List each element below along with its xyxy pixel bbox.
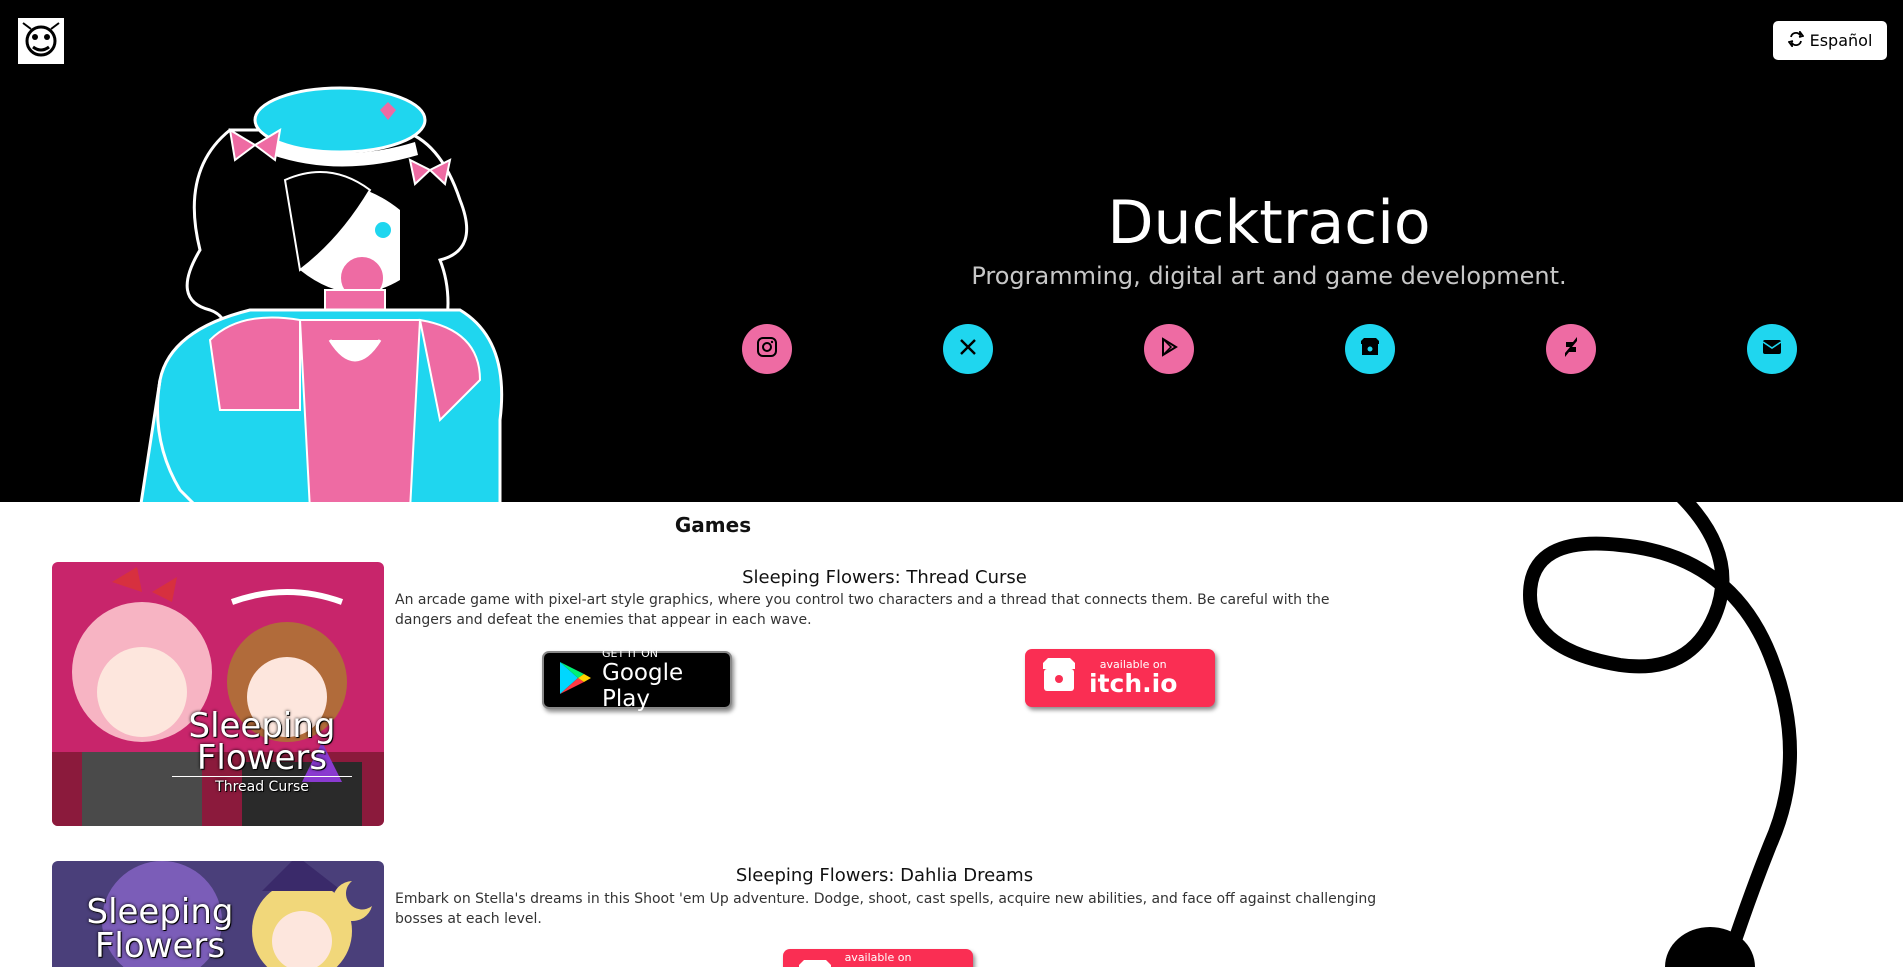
google-play-logo-icon [558,660,592,700]
instagram-link[interactable] [742,324,792,374]
site-logo[interactable] [16,16,66,66]
site-subtitle: Programming, digital art and game develo… [971,262,1567,290]
envelope-icon [1762,339,1782,359]
social-links [742,324,1797,374]
games-heading: Games [674,513,752,537]
email-link[interactable] [1747,324,1797,374]
itch-badge[interactable]: available on itch.io [1025,649,1215,707]
x-icon [958,337,978,361]
cover-title: Sleeping Flowers [86,892,234,966]
google-play-badge[interactable]: GET IT ON Google Play [542,648,732,712]
itch-badge[interactable]: available on [783,949,973,967]
deviantart-icon [1562,336,1580,362]
game-card: Sleeping Flowers Sleeping Flowers: Dahli… [52,861,1376,967]
game-description: An arcade game with pixel-art style grap… [395,592,1330,628]
hero-banner: Español Ducktracio Programming, digital … [0,0,1903,502]
swap-arrows-icon [1787,28,1805,51]
instagram-icon [756,336,778,362]
site-title: Ducktracio [1107,188,1431,258]
game-cover-image[interactable]: Sleeping Flowers Thread Curse [52,562,384,826]
game-title: Sleeping Flowers: Thread Curse [742,567,1027,588]
game-cover-image[interactable]: Sleeping Flowers [52,861,384,967]
cover-title: Sleeping Flowers Thread Curse [152,709,372,797]
itch-link[interactable] [1345,324,1395,374]
game-card: Sleeping Flowers Thread Curse Sleeping F… [52,562,1372,832]
x-twitter-link[interactable] [943,324,993,374]
hero-character-illustration [139,86,504,502]
deviantart-link[interactable] [1546,324,1596,374]
itch-icon [1359,337,1381,361]
thread-decoration [1522,495,1797,967]
language-toggle-label: Español [1809,31,1873,50]
game-description: Embark on Stella's dreams in this Shoot … [395,891,1377,927]
itch-logo-icon [1039,657,1079,699]
google-play-icon [1159,337,1179,361]
google-play-link[interactable] [1144,324,1194,374]
game-title: Sleeping Flowers: Dahlia Dreams [735,865,1034,886]
language-toggle-button[interactable]: Español [1773,21,1887,60]
